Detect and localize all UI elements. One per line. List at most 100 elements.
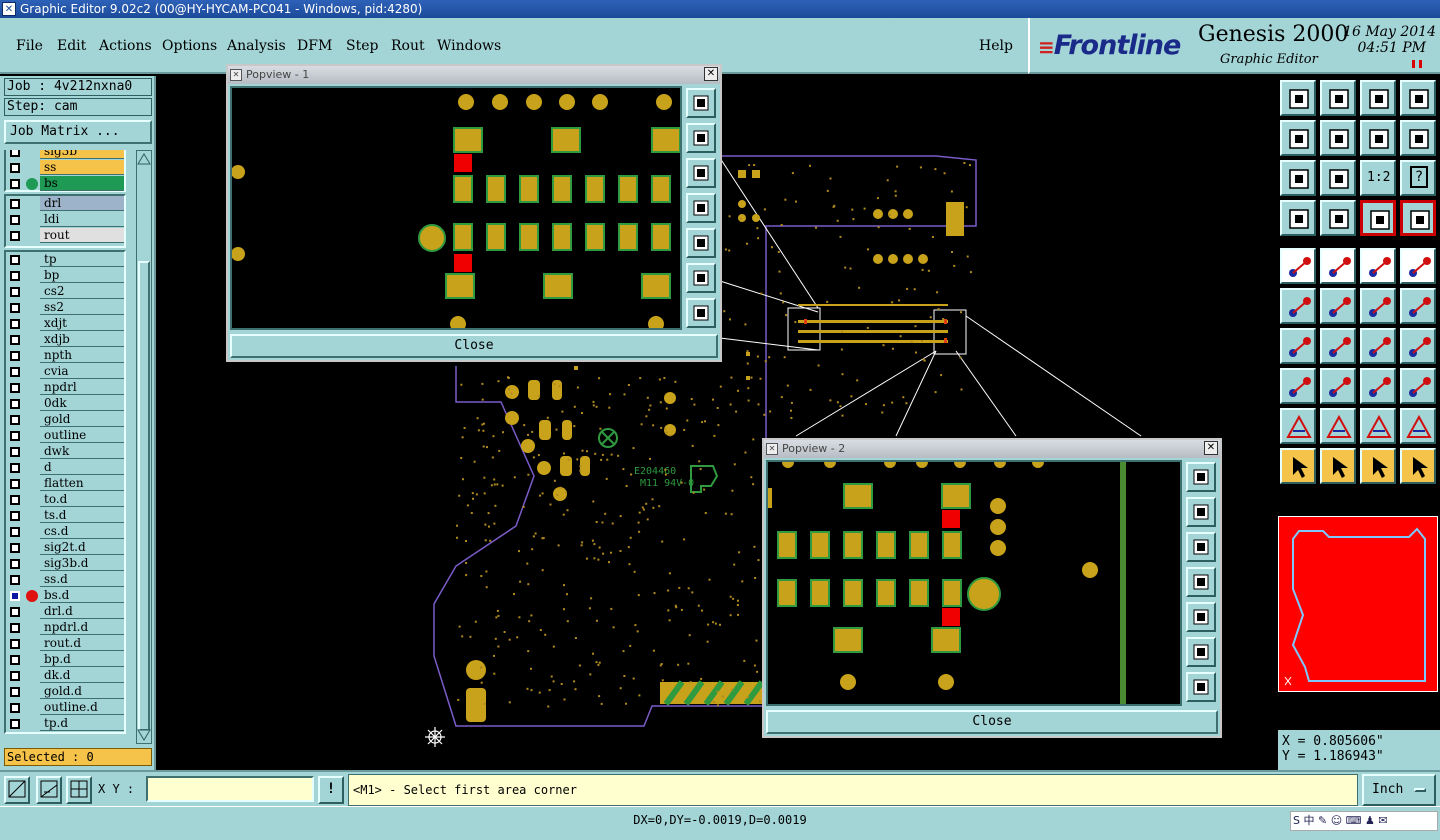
layer-row[interactable]: rout.d [6, 636, 124, 652]
zoom-out-button[interactable] [1320, 80, 1356, 116]
layer-checkbox[interactable] [10, 231, 20, 241]
polygon-button[interactable] [1320, 408, 1356, 444]
layer-name[interactable]: d [40, 460, 124, 475]
layer-name[interactable]: drl [40, 196, 124, 211]
layer-checkbox[interactable] [10, 199, 20, 209]
board-overview-map[interactable] [1278, 516, 1438, 692]
layer-checkbox[interactable] [10, 511, 20, 521]
layer-row[interactable]: cs2 [6, 284, 124, 300]
zoom-center-button[interactable] [1320, 160, 1356, 196]
layer-row[interactable]: npdrl [6, 380, 124, 396]
diagonal-button[interactable] [1320, 328, 1356, 364]
layer-row[interactable]: tp.d [6, 716, 124, 732]
layer-name[interactable]: rout [40, 228, 124, 243]
layer-checkbox[interactable] [10, 607, 20, 617]
layer-checkbox[interactable] [10, 383, 20, 393]
layer-row[interactable]: npdrl.d [6, 620, 124, 636]
layer-checkbox[interactable] [10, 463, 20, 473]
layer-row[interactable]: ts.d [6, 508, 124, 524]
menu-analysis[interactable]: Analysis [227, 38, 286, 54]
layer-checkbox[interactable] [10, 415, 20, 425]
popview-view-button[interactable] [686, 123, 716, 153]
popview-2-close-button[interactable]: Close [766, 710, 1218, 734]
popview-view-button[interactable] [686, 193, 716, 223]
pointer-button[interactable] [1280, 448, 1316, 484]
layer-row[interactable]: xdjt [6, 316, 124, 332]
node-button[interactable] [1280, 368, 1316, 404]
layer-name[interactable]: drl.d [40, 604, 124, 619]
popview-1-titlebar[interactable]: ✕ Popview - 1 ✕ [228, 66, 720, 84]
route-button[interactable] [1360, 288, 1396, 324]
layer-name[interactable]: gold [40, 412, 124, 427]
popview-view-button[interactable] [686, 263, 716, 293]
pan-right-button[interactable] [1320, 120, 1356, 156]
layer-name[interactable]: tp [40, 252, 124, 267]
layer-row[interactable]: cvia [6, 364, 124, 380]
layer-name[interactable]: npdrl.d [40, 620, 124, 635]
menu-help[interactable]: Help [979, 38, 1013, 54]
arc-button[interactable] [1360, 328, 1396, 364]
layer-name[interactable]: outline [40, 428, 124, 443]
popview-view-button[interactable] [686, 298, 716, 328]
layer-row[interactable]: xdjb [6, 332, 124, 348]
popview-2-titlebar[interactable]: ✕ Popview - 2 ✕ [764, 440, 1220, 458]
popview-1-canvas[interactable] [230, 86, 682, 330]
unit-selector[interactable]: Inch [1362, 774, 1436, 806]
layer-checkbox[interactable] [10, 319, 20, 329]
layer-row[interactable]: ss.d [6, 572, 124, 588]
layer-checkbox[interactable] [10, 575, 20, 585]
system-tray[interactable]: S 中 ✎ ☺ ⌨ ♟ ✉ [1290, 811, 1438, 831]
layer-name[interactable]: bs.d [40, 588, 124, 603]
layer-checkbox[interactable] [10, 367, 20, 377]
layer-name[interactable]: dwk [40, 444, 124, 459]
layer-name[interactable]: npdrl [40, 380, 124, 395]
popview-view-button[interactable] [1186, 497, 1216, 527]
layer-row[interactable]: sig3b [6, 150, 124, 160]
popview-view-button[interactable] [1186, 532, 1216, 562]
layer-row[interactable]: drl.d [6, 604, 124, 620]
layer-row[interactable]: bp [6, 268, 124, 284]
layer-row[interactable]: sig2t.d [6, 540, 124, 556]
layer-name[interactable]: gold.d [40, 684, 124, 699]
cross-button[interactable] [1320, 288, 1356, 324]
redraw-button[interactable] [1400, 120, 1436, 156]
angle-button[interactable] [1280, 328, 1316, 364]
polygon3-button[interactable] [1400, 408, 1436, 444]
scale-button[interactable]: 1:2 [1360, 160, 1396, 196]
dimension-button[interactable] [1360, 368, 1396, 404]
menu-dfm[interactable]: DFM [297, 38, 332, 54]
text-button[interactable] [1400, 328, 1436, 364]
layer-checkbox[interactable] [10, 335, 20, 345]
select-feature-button[interactable] [1280, 248, 1316, 284]
layer-name[interactable]: npth [40, 348, 124, 363]
menu-file[interactable]: File [16, 38, 43, 54]
popview-view-button[interactable] [1186, 672, 1216, 702]
zoom-fit-button[interactable] [1280, 160, 1316, 196]
layer-name[interactable]: outline.d [40, 700, 124, 715]
layer-row[interactable]: tp [6, 252, 124, 268]
split-line-button[interactable] [1320, 368, 1356, 404]
layer-row[interactable]: flatten [6, 476, 124, 492]
layer-checkbox[interactable] [10, 703, 20, 713]
layer-row[interactable]: dk.d [6, 668, 124, 684]
popview-view-button[interactable] [686, 158, 716, 188]
layer-row[interactable]: gold.d [6, 684, 124, 700]
help-button[interactable]: ? [1400, 160, 1436, 196]
draw-line-button[interactable] [1320, 248, 1356, 284]
layer-name[interactable]: ldi [40, 212, 124, 227]
layer-row[interactable]: outline.d [6, 700, 124, 716]
layer-row[interactable]: rout [6, 228, 124, 244]
execute-button[interactable]: ! [318, 776, 344, 804]
layer-row[interactable]: d [6, 460, 124, 476]
popview-view-button[interactable] [1186, 637, 1216, 667]
measure-button[interactable] [1360, 248, 1396, 284]
layer-name[interactable]: xdjt [40, 316, 124, 331]
popview-view-button[interactable] [1186, 602, 1216, 632]
undo-view-button[interactable] [1360, 120, 1396, 156]
layer-checkbox[interactable] [10, 495, 20, 505]
layer-checkbox[interactable] [10, 447, 20, 457]
menu-step[interactable]: Step [346, 38, 378, 54]
layer-name[interactable]: ss2 [40, 300, 124, 315]
pad-button[interactable] [1400, 248, 1436, 284]
snap-mode-button[interactable] [4, 776, 30, 804]
